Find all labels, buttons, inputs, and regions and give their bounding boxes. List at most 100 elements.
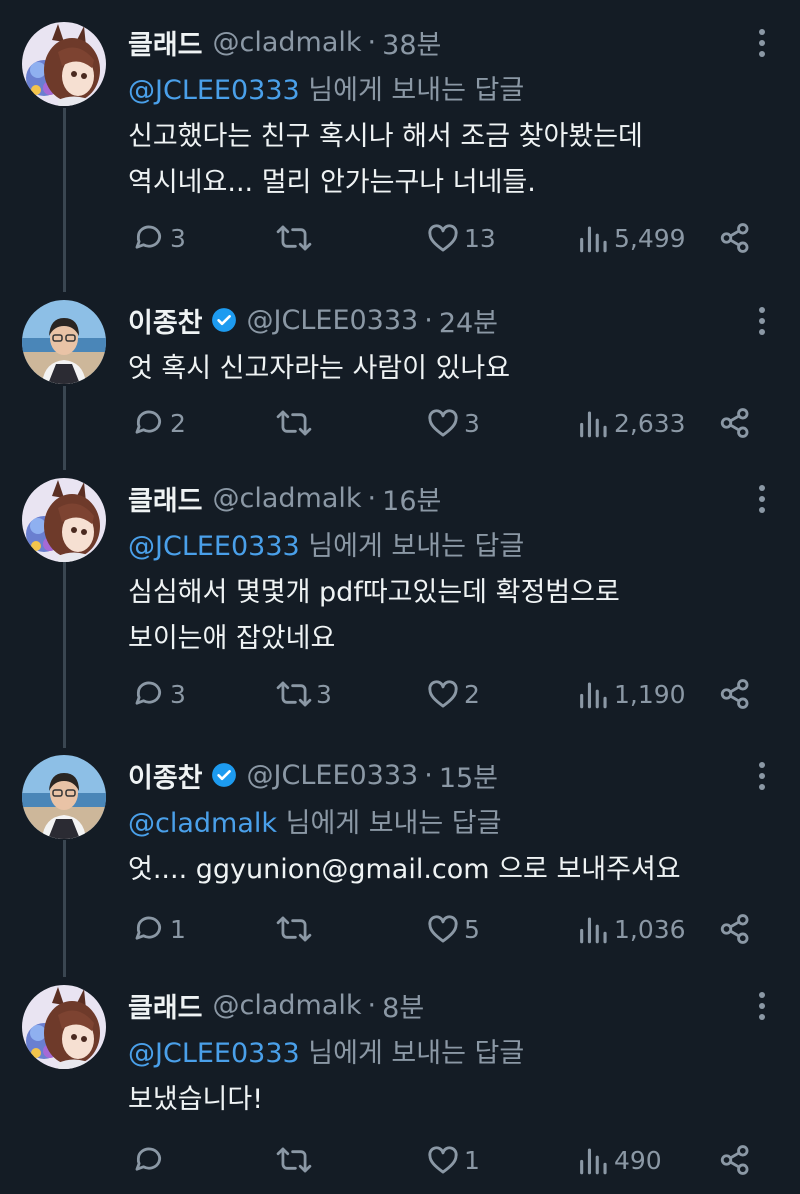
share-icon — [720, 679, 749, 709]
replies-count: 1 — [170, 914, 186, 944]
more-dots-icon — [759, 485, 765, 513]
views-count: 2,633 — [614, 408, 686, 438]
reply-to-mention[interactable]: @JCLEE0333 — [128, 531, 300, 562]
tweet-text-line: 역시네요... 멀리 안가는구나 너네들. — [128, 167, 536, 198]
separator-dot: · — [367, 26, 377, 58]
reply-to-mention[interactable]: @cladmalk — [128, 808, 277, 839]
reply-button[interactable] — [132, 1140, 170, 1180]
views-count: 1,036 — [614, 914, 686, 944]
reply-button[interactable]: 1 — [132, 909, 186, 949]
man-photo-avatar — [22, 300, 106, 384]
like-button[interactable]: 5 — [426, 909, 480, 949]
likes-count: 2 — [464, 679, 480, 709]
more-options-button[interactable] — [748, 759, 776, 793]
retweet-icon — [276, 410, 312, 436]
views-button[interactable]: 5,499 — [576, 218, 686, 258]
author-handle[interactable]: @JCLEE0333 — [247, 760, 419, 791]
retweet-button[interactable] — [276, 218, 316, 258]
reply-to-suffix: 님에게 보내는 답글 — [277, 808, 502, 839]
retweets-count: 3 — [316, 679, 332, 709]
share-button[interactable] — [718, 1140, 752, 1180]
retweet-button[interactable] — [276, 403, 316, 443]
retweet-icon — [276, 916, 312, 942]
replies-count: 3 — [170, 223, 186, 253]
author-name[interactable]: 이종찬 — [128, 756, 203, 795]
reply-to-mention[interactable]: @JCLEE0333 — [128, 75, 300, 106]
avatar[interactable] — [22, 22, 106, 106]
author-name[interactable]: 클래드 — [128, 479, 203, 518]
like-button[interactable]: 1 — [426, 1140, 480, 1180]
author-name[interactable]: 클래드 — [128, 23, 203, 62]
author-handle[interactable]: @cladmalk — [213, 27, 362, 58]
more-dots-icon — [759, 762, 765, 790]
like-button[interactable]: 13 — [426, 218, 496, 258]
reply-button[interactable]: 3 — [132, 218, 186, 258]
anime-girl-avatar — [22, 985, 106, 1069]
tweet-actions: 2 3 2,633 — [0, 403, 800, 443]
man-photo-avatar — [22, 755, 106, 839]
views-button[interactable]: 1,190 — [576, 674, 686, 714]
author-handle[interactable]: @cladmalk — [213, 483, 362, 514]
verified-check-icon — [211, 308, 236, 332]
replies-count: 2 — [170, 408, 186, 438]
like-button[interactable]: 3 — [426, 403, 480, 443]
reply-icon — [135, 681, 161, 705]
tweet-text-line: 심심해서 몇몇개 pdf따고있는데 확정범으로 — [128, 577, 620, 608]
tweet-header: 클래드 @cladmalk · 38분 — [128, 22, 441, 62]
avatar[interactable] — [22, 985, 106, 1069]
author-name[interactable]: 이종찬 — [128, 301, 203, 340]
retweet-button[interactable] — [276, 1140, 316, 1180]
likes-count: 1 — [464, 1145, 480, 1175]
heart-icon — [428, 224, 458, 252]
more-options-button[interactable] — [748, 304, 776, 338]
reply-to-mention[interactable]: @JCLEE0333 — [128, 1038, 300, 1069]
separator-dot: · — [424, 759, 433, 791]
timestamp[interactable]: 8분 — [382, 986, 424, 1025]
views-button[interactable]: 1,036 — [576, 909, 686, 949]
share-button[interactable] — [718, 674, 752, 714]
tweet-text: 보냈습니다! — [128, 1077, 768, 1123]
tweet-text: 엇 혹시 신고자라는 사람이 있나요 — [128, 346, 768, 392]
reply-button[interactable]: 3 — [132, 674, 186, 714]
retweet-icon — [276, 1147, 312, 1173]
views-button[interactable]: 2,633 — [576, 403, 686, 443]
author-name[interactable]: 클래드 — [128, 986, 203, 1025]
tweet-text-line: 보냈습니다! — [128, 1084, 264, 1115]
tweet: 이종찬 @JCLEE0333 · 15분 @cladmalk 님에게 보내는 답글 엇..… — [0, 755, 800, 953]
retweet-button[interactable] — [276, 909, 316, 949]
retweet-button[interactable]: 3 — [276, 674, 332, 714]
timestamp[interactable]: 38분 — [382, 23, 441, 62]
share-button[interactable] — [718, 218, 752, 258]
replying-to: @cladmalk 님에게 보내는 답글 — [128, 801, 501, 840]
avatar[interactable] — [22, 755, 106, 839]
more-options-button[interactable] — [748, 482, 776, 516]
share-button[interactable] — [718, 403, 752, 443]
reply-icon — [135, 1147, 161, 1171]
tweet-text: 신고했다는 친구 혹시나 해서 조금 찾아봤는데 역시네요... 멀리 안가는구나… — [128, 114, 768, 206]
share-button[interactable] — [718, 909, 752, 949]
avatar[interactable] — [22, 478, 106, 562]
tweet-actions: 1 5 1,036 — [0, 909, 800, 949]
like-button[interactable]: 2 — [426, 674, 480, 714]
more-options-button[interactable] — [748, 26, 776, 60]
more-options-button[interactable] — [748, 989, 776, 1023]
replying-to: @JCLEE0333 님에게 보내는 답글 — [128, 1031, 524, 1070]
timestamp[interactable]: 16분 — [382, 479, 441, 518]
author-handle[interactable]: @JCLEE0333 — [247, 305, 419, 336]
avatar[interactable] — [22, 300, 106, 384]
timestamp[interactable]: 15분 — [439, 756, 498, 795]
verified-check-icon — [211, 763, 236, 787]
reply-to-suffix: 님에게 보내는 답글 — [299, 1038, 525, 1069]
author-handle[interactable]: @cladmalk — [213, 990, 362, 1021]
reply-icon — [135, 410, 161, 434]
heart-icon — [428, 915, 458, 943]
tweet-actions: 1 490 — [0, 1140, 800, 1180]
bar-chart-icon — [580, 226, 607, 253]
views-button[interactable]: 490 — [576, 1140, 662, 1180]
retweet-icon — [276, 681, 312, 707]
tweet: 클래드 @cladmalk · 38분 @JCLEE0333 님에게 보내는 답글 신고했… — [0, 22, 800, 262]
timestamp[interactable]: 24분 — [439, 301, 498, 340]
reply-button[interactable]: 2 — [132, 403, 186, 443]
tweet-header: 클래드 @cladmalk · 8분 — [128, 985, 424, 1025]
separator-dot: · — [424, 304, 433, 336]
